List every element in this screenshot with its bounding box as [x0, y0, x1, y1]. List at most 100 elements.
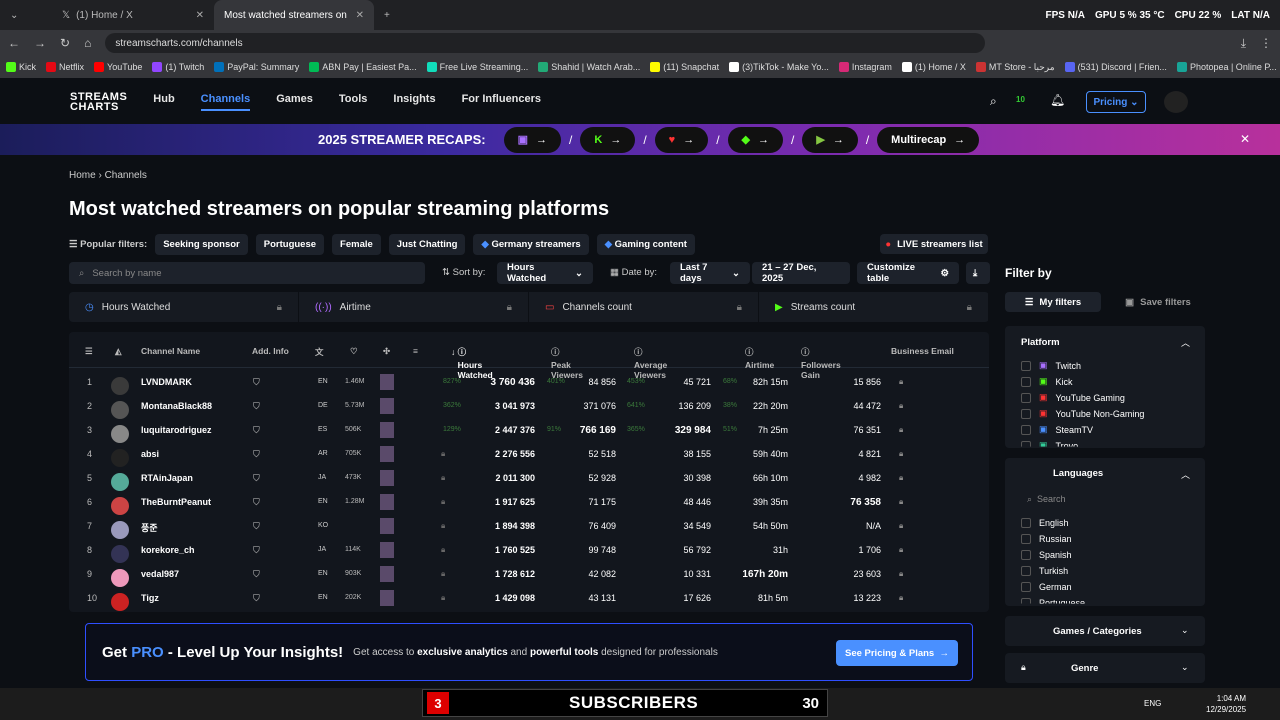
channel-name-link[interactable]: MontanaBlack88: [141, 401, 212, 411]
avatar[interactable]: [111, 449, 129, 467]
tags-column-icon[interactable]: ≡: [413, 346, 418, 356]
close-tab-icon[interactable]: ✕: [196, 10, 204, 21]
lock-icon[interactable]: 🔒︎: [899, 377, 903, 387]
bookmark[interactable]: Instagram: [838, 62, 892, 72]
category-column-icon[interactable]: ✣: [383, 346, 390, 357]
platform-option[interactable]: ▣ Twitch: [1021, 360, 1081, 371]
channel-name-link[interactable]: korekore_ch: [141, 545, 195, 555]
language-option[interactable]: Spanish: [1021, 550, 1072, 560]
filter-chip[interactable]: ◆ Germany streamers: [473, 234, 589, 255]
platform-title[interactable]: Platform: [1021, 337, 1060, 348]
category-thumbnail[interactable]: [380, 422, 394, 438]
avatar[interactable]: [111, 377, 129, 395]
list-view-icon[interactable]: ☰: [85, 346, 93, 357]
checkbox[interactable]: [1021, 534, 1031, 544]
platform-option[interactable]: ▣ Kick: [1021, 376, 1073, 387]
bookmark[interactable]: ABN Pay | Easiest Pa...: [309, 62, 417, 72]
tab-hours-watched[interactable]: ◷ Hours Watched 🔒︎: [69, 292, 299, 322]
sort-select[interactable]: Hours Watched ⌄: [497, 262, 593, 284]
checkbox[interactable]: [1021, 550, 1031, 560]
table-row[interactable]: 2 MontanaBlack88 ⛉ DE 5.73M 362% 3 041 973 371 …: [69, 394, 989, 419]
platform-option[interactable]: ▣ YouTube Gaming: [1021, 392, 1125, 403]
avatar[interactable]: [111, 593, 129, 611]
download-icon[interactable]: ⤓: [1241, 36, 1246, 51]
bookmark[interactable]: Free Live Streaming...: [426, 62, 528, 72]
table-row[interactable]: 9 vedal987 ⛉ EN 903K 🔒︎ 1 728 612 42 082 10 331 1…: [69, 562, 989, 587]
back-icon[interactable]: ←: [8, 36, 20, 50]
checkbox[interactable]: [1021, 392, 1031, 403]
menu-icon[interactable]: ⋮: [1260, 36, 1272, 50]
table-row[interactable]: 1 LVNDMARK ⛉ EN 1.46M 827% 3 760 436 84 856 401%…: [69, 370, 989, 395]
category-thumbnail[interactable]: [380, 590, 394, 606]
col-business-email[interactable]: Business Email: [891, 346, 954, 356]
channel-name-link[interactable]: absi: [141, 449, 159, 459]
date-select[interactable]: Last 7 days ⌄: [670, 262, 750, 284]
platform-column-icon[interactable]: ◭: [115, 346, 122, 357]
home-icon[interactable]: ⌂: [84, 36, 91, 50]
language-column-icon[interactable]: 文: [315, 346, 324, 358]
avatar[interactable]: [111, 425, 129, 443]
checkbox[interactable]: [1021, 566, 1031, 576]
checkbox[interactable]: [1021, 376, 1031, 387]
nav-games[interactable]: Games: [276, 93, 313, 111]
my-filters-button[interactable]: ☰ My filters: [1005, 292, 1101, 312]
checkbox[interactable]: [1021, 582, 1031, 592]
system-clock[interactable]: 1:04 AM 12/29/2025: [1206, 693, 1246, 715]
table-row[interactable]: 4 absi ⛉ AR 705K 🔒︎ 2 276 556 52 518 38 155 59h 4…: [69, 442, 989, 467]
recap-multi[interactable]: Multirecap →: [877, 126, 980, 153]
table-row[interactable]: 6 TheBurntPeanut ⛉ EN 1.28M 🔒︎ 1 917 625 71 175…: [69, 490, 989, 515]
recap-twitch[interactable]: ▣ →: [503, 126, 562, 153]
avatar[interactable]: [111, 401, 129, 419]
lock-icon[interactable]: 🔒︎: [899, 473, 903, 483]
platform-option[interactable]: ▣ Trovo: [1021, 440, 1078, 447]
avatar[interactable]: [111, 473, 129, 491]
tab-streamscharts[interactable]: Most watched streamers on po ✕: [214, 0, 374, 30]
badge-count[interactable]: 10: [1016, 95, 1025, 104]
col-followers-gain[interactable]: Followers Gain ⓘ: [801, 346, 841, 380]
channel-name-link[interactable]: Tigz: [141, 593, 159, 603]
bookmark[interactable]: (1) Home / X: [901, 62, 966, 72]
games-panel[interactable]: Games / Categories ⌄: [1005, 616, 1205, 646]
filter-chip[interactable]: Female: [332, 234, 381, 255]
lock-icon[interactable]: 🔒︎: [899, 425, 903, 435]
tab-channels-count[interactable]: ▭ Channels count 🔒︎: [529, 292, 759, 322]
see-pricing-button[interactable]: See Pricing & Plans →: [836, 640, 958, 666]
close-tab-icon[interactable]: ✕: [356, 10, 364, 21]
category-thumbnail[interactable]: [380, 542, 394, 558]
address-bar[interactable]: streamscharts.com/channels: [105, 33, 986, 53]
avatar[interactable]: [111, 569, 129, 587]
platform-option[interactable]: ▣ SteamTV: [1021, 424, 1093, 435]
recap-kick[interactable]: K →: [580, 126, 636, 153]
nav-tools[interactable]: Tools: [339, 93, 368, 111]
close-banner-icon[interactable]: ✕: [1240, 132, 1250, 146]
bookmark[interactable]: PayPal: Summary: [214, 62, 299, 72]
recap-youtube[interactable]: ♥ →: [654, 126, 709, 153]
lock-icon[interactable]: 🔒︎: [899, 521, 903, 531]
genre-panel[interactable]: 🔒︎ Genre ⌄: [1005, 653, 1205, 683]
category-thumbnail[interactable]: [380, 398, 394, 414]
category-thumbnail[interactable]: [380, 374, 394, 390]
nav-insights[interactable]: Insights: [393, 93, 435, 111]
category-thumbnail[interactable]: [380, 566, 394, 582]
bookmark[interactable]: (11) Snapchat: [650, 62, 719, 72]
bookmark[interactable]: Photopea | Online P...: [1176, 62, 1277, 72]
tab-streams-count[interactable]: ▶ Streams count 🔒︎: [759, 292, 989, 322]
table-row[interactable]: 10 Tigz ⛉ EN 202K 🔒︎ 1 429 098 43 131 17 626 81h …: [69, 586, 989, 611]
lock-icon[interactable]: 🔒︎: [899, 449, 903, 459]
bookmark[interactable]: MT Store - مرحبا: [975, 62, 1055, 73]
table-row[interactable]: 7 풍준 ⛉ KO 🔒︎ 1 894 398 76 409 34 549 54h 50m N/A 🔒…: [69, 514, 989, 539]
category-thumbnail[interactable]: [380, 470, 394, 486]
chevron-up-icon[interactable]: ︿: [1181, 336, 1190, 349]
export-icon[interactable]: ⤓: [966, 262, 990, 284]
platform-option[interactable]: ▣ YouTube Non-Gaming: [1021, 408, 1144, 419]
col-average-viewers[interactable]: Average Viewers ⓘ: [634, 346, 667, 380]
streamscharts-logo[interactable]: STREAMS CHARTS: [70, 92, 127, 113]
checkbox[interactable]: [1021, 518, 1031, 528]
avatar[interactable]: [1164, 91, 1188, 113]
search-icon[interactable]: ⌕: [990, 94, 997, 109]
avatar[interactable]: [111, 545, 129, 563]
language-option[interactable]: Russian: [1021, 534, 1072, 544]
reload-icon[interactable]: ↻: [60, 36, 70, 50]
input-language[interactable]: ENG: [1144, 699, 1161, 708]
channel-name-link[interactable]: RTAinJapan: [141, 473, 193, 483]
